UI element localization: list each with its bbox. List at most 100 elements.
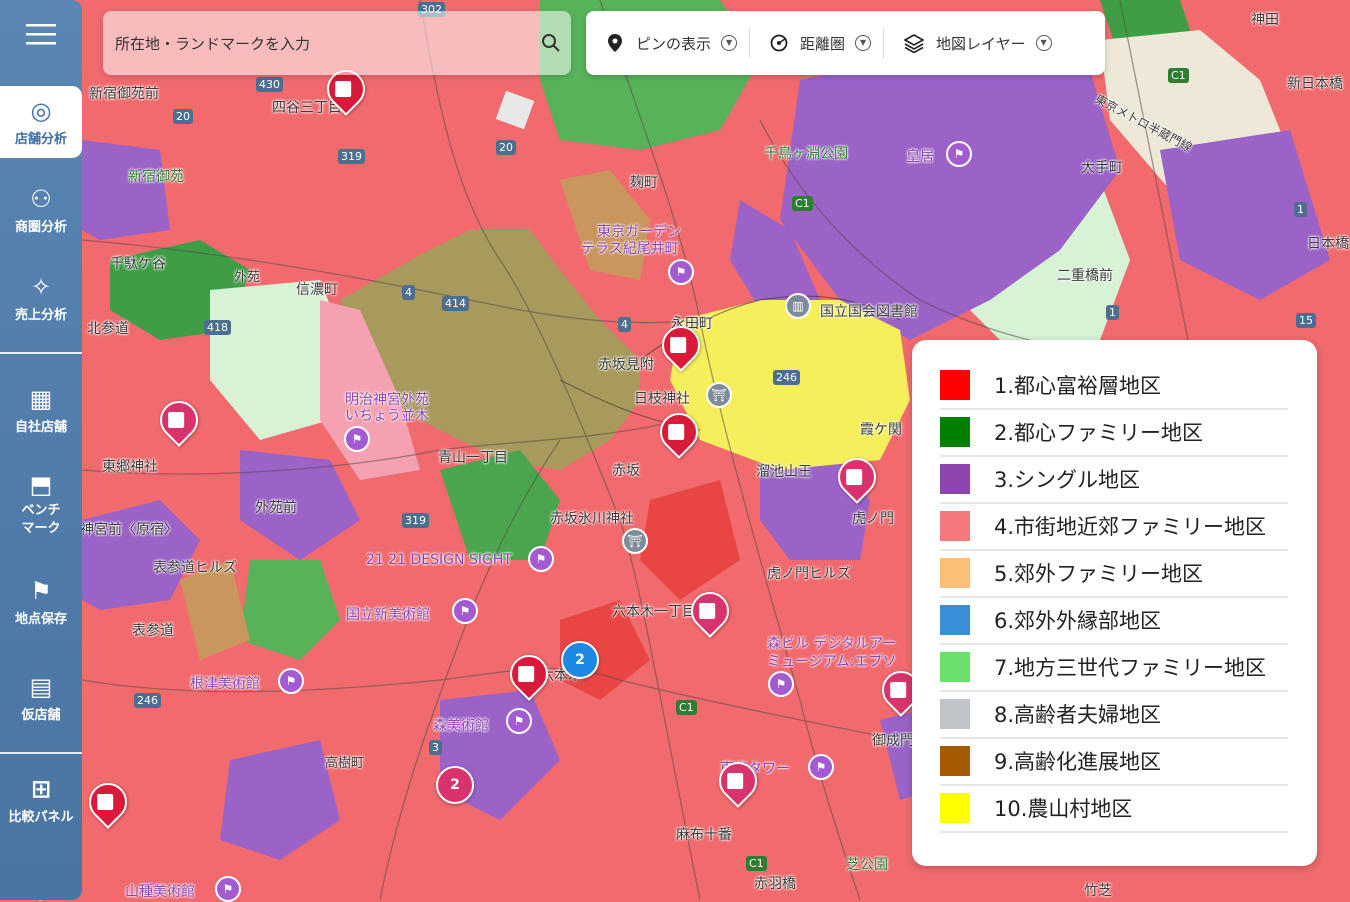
- map-place-label: 二重橋前: [1057, 268, 1113, 284]
- legend-swatch: [940, 652, 970, 682]
- map-place-label: 日本橋: [1307, 236, 1349, 252]
- map-place-label: 霞ケ関: [860, 422, 902, 438]
- road-number-badge: 319: [402, 513, 429, 528]
- road-number-badge: C1: [676, 700, 697, 715]
- map-place-label: 赤坂見附: [598, 357, 654, 373]
- road-number-badge: 418: [204, 320, 231, 335]
- legend-label: 2.都心ファミリー地区: [994, 421, 1204, 445]
- shrine-poi-icon[interactable]: ⛩: [706, 382, 732, 408]
- map-place-label: 21 21 DESIGN SIGHT: [366, 552, 512, 568]
- road-number-badge: 4: [402, 285, 415, 300]
- map-place-label: 新日本橋: [1287, 76, 1343, 92]
- shop-icon: ▤: [29, 673, 53, 701]
- store-analysis-icon: ◎: [30, 96, 52, 125]
- radius-icon: [770, 34, 788, 52]
- people-icon: ⚇: [30, 185, 52, 213]
- legend-label: 4.市街地近郊ファミリー地区: [994, 515, 1267, 539]
- landmark-poi-icon[interactable]: ⚑: [452, 598, 478, 624]
- map-place-label: いちょう並木: [345, 408, 429, 424]
- legend-swatch: [940, 511, 970, 541]
- map-place-label: 山種美術館: [125, 884, 195, 900]
- map-place-label: 外苑: [234, 270, 261, 285]
- sidebar: ◎ 店舗分析 ⚇ 商圏分析 ✧ 売上分析 ▦ 自社店舗 ⬒ ベンチ マーク ⚑ …: [0, 0, 82, 900]
- map-layers-dropdown[interactable]: 地図レイヤー ▼: [884, 11, 1064, 75]
- shrine-poi-icon[interactable]: ⛩: [622, 528, 648, 554]
- map-place-label: 赤羽橋: [754, 876, 796, 892]
- search-input[interactable]: [113, 31, 527, 57]
- road-number-badge: 15: [1296, 313, 1316, 328]
- chevron-down-icon: ▼: [855, 35, 872, 51]
- sidebar-item-label: ベンチ マーク: [21, 503, 61, 536]
- landmark-poi-icon[interactable]: ⚑: [946, 141, 972, 167]
- map-place-label: 赤坂: [612, 463, 640, 479]
- map-place-label: 根津美術館: [190, 676, 260, 692]
- map-place-label: 赤坂氷川神社: [550, 511, 634, 527]
- menu-button[interactable]: [0, 8, 82, 60]
- distance-radius-dropdown[interactable]: 距離圏 ▼: [750, 11, 883, 75]
- sidebar-item-own-stores[interactable]: ▦ 自社店舗: [0, 386, 82, 435]
- landmark-poi-icon[interactable]: ⚑: [668, 259, 694, 285]
- pin-cluster[interactable]: 2: [561, 641, 599, 679]
- search-icon[interactable]: [541, 33, 561, 53]
- legend-row: 8.高齢者夫婦地区: [940, 691, 1288, 739]
- road-number-badge: 430: [256, 77, 283, 92]
- legend-row: 6.郊外外縁部地区: [940, 597, 1288, 645]
- road-number-badge: 20: [173, 109, 193, 124]
- pin-cluster[interactable]: 2: [436, 766, 474, 804]
- map-place-label: 千駄ケ谷: [110, 256, 166, 272]
- pin-display-label: ピンの表示: [636, 34, 712, 53]
- sidebar-item-benchmark[interactable]: ⬒ ベンチ マーク: [0, 472, 82, 538]
- library-poi-icon[interactable]: ▥: [785, 293, 811, 319]
- landmark-poi-icon[interactable]: ⚑: [768, 671, 794, 697]
- legend-swatch: [940, 605, 970, 635]
- road-number-badge: 3: [429, 740, 442, 755]
- map-place-label: テラス紀尾井町: [581, 241, 679, 257]
- legend-swatch: [940, 464, 970, 494]
- distance-radius-label: 距離圏: [800, 34, 846, 53]
- sidebar-item-trade-area[interactable]: ⚇ 商圏分析: [0, 186, 82, 235]
- hamburger-icon: [26, 24, 56, 45]
- location-pin-icon: [608, 34, 622, 52]
- sidebar-item-label: 売上分析: [14, 308, 67, 323]
- sidebar-item-compare-panel[interactable]: ⊞ 比較パネル: [0, 776, 82, 825]
- landmark-poi-icon[interactable]: ⚑: [344, 426, 370, 452]
- landmark-poi-icon[interactable]: ⚑: [506, 708, 532, 734]
- legend-row: 4.市街地近郊ファミリー地区: [940, 503, 1288, 551]
- map-place-label: 御成門: [872, 733, 914, 749]
- map-place-label: 麹町: [630, 175, 658, 191]
- map-place-label: 虎ノ門: [852, 511, 894, 527]
- sidebar-item-label: 仮店舗: [21, 708, 61, 723]
- map-place-label: 虎ノ門ヒルズ: [767, 566, 851, 582]
- sidebar-item-saved-points[interactable]: ⚑ 地点保存: [0, 578, 82, 627]
- search-box: [103, 11, 571, 75]
- legend-swatch: [940, 699, 970, 729]
- map-place-label: 千鳥ヶ淵公園: [764, 146, 848, 162]
- landmark-poi-icon[interactable]: ⚑: [808, 754, 834, 780]
- landmark-poi-icon[interactable]: ⚑: [215, 876, 241, 902]
- road-number-badge: C1: [792, 196, 813, 211]
- sidebar-item-label: 比較パネル: [8, 810, 74, 825]
- map-place-label: 北参道: [87, 321, 129, 337]
- road-number-badge: 4: [618, 317, 631, 332]
- map-place-label: 表参道: [132, 623, 174, 639]
- map-place-label: 新宿御苑: [128, 169, 184, 185]
- legend-row: 3.シングル地区: [940, 456, 1288, 504]
- landmark-poi-icon[interactable]: ⚑: [278, 668, 304, 694]
- sidebar-item-sales-analysis[interactable]: ✧ 売上分析: [0, 274, 82, 323]
- road-number-badge: 319: [338, 149, 365, 164]
- layers-icon: [904, 34, 925, 53]
- sidebar-item-store-analysis[interactable]: ◎ 店舗分析: [0, 86, 82, 158]
- sidebar-divider: [0, 352, 82, 354]
- pin-display-dropdown[interactable]: ピンの表示 ▼: [586, 11, 749, 75]
- sidebar-item-temporary-store[interactable]: ▤ 仮店舗: [0, 674, 82, 723]
- map-place-label: 溜池山王: [756, 464, 812, 480]
- flag-icon: ⚑: [30, 577, 52, 605]
- legend-row: 7.地方三世代ファミリー地区: [940, 644, 1288, 692]
- map-place-label: 神宮前〈原宿〉: [80, 522, 178, 538]
- legend-swatch: [940, 558, 970, 588]
- legend-label: 9.高齢化進展地区: [994, 750, 1162, 774]
- map-place-label: 東郷神社: [102, 459, 158, 475]
- benchmark-icon: ⬒: [29, 471, 53, 499]
- grid-icon: ⊞: [30, 775, 52, 803]
- landmark-poi-icon[interactable]: ⚑: [528, 546, 554, 572]
